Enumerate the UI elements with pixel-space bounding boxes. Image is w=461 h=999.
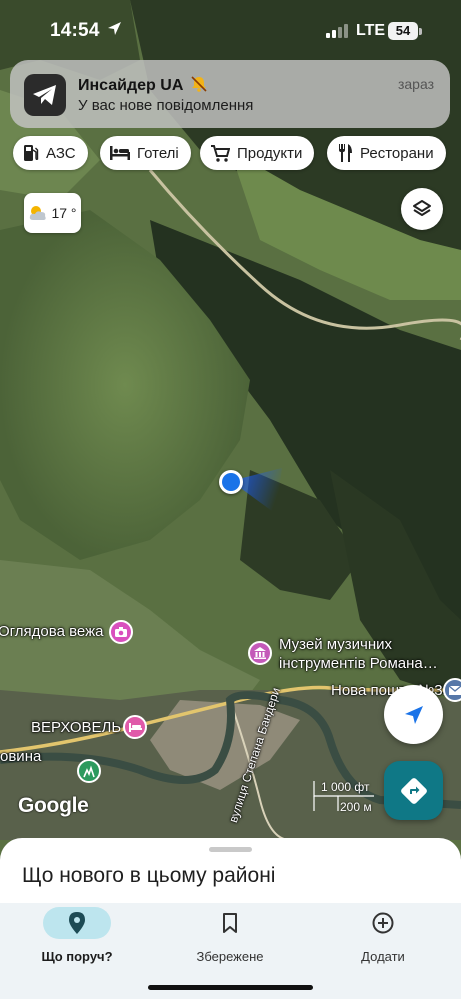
home-indicator <box>148 985 313 990</box>
layers-icon <box>413 200 431 216</box>
chip-label: Продукти <box>237 144 303 162</box>
muted-bell-icon <box>191 76 207 92</box>
chip-hotels[interactable]: Готелі <box>100 136 191 170</box>
village-label[interactable]: ВЕРХОВЕЛЬ <box>31 719 121 736</box>
chip-restaurants[interactable]: Ресторани <box>327 136 446 170</box>
village2-label[interactable]: овина <box>0 748 41 765</box>
mail-poi-icon[interactable] <box>443 678 461 702</box>
hiking-poi-icon[interactable] <box>77 759 101 783</box>
map-layers-button[interactable] <box>401 188 443 230</box>
google-attribution: Google <box>18 794 89 817</box>
sheet-drag-handle[interactable] <box>209 847 252 852</box>
poi-label-tower[interactable]: Оглядова вежа <box>0 623 103 640</box>
tab-label: Додати <box>361 949 405 964</box>
tab-saved[interactable]: Збережене <box>175 903 285 964</box>
notification-time: зараз <box>397 76 434 92</box>
museum-poi-icon[interactable] <box>248 641 272 665</box>
bookmark-icon <box>196 907 264 939</box>
battery-icon: 54 <box>388 22 418 40</box>
location-services-icon <box>108 22 121 35</box>
sheet-title: Що нового в цьому районі <box>22 864 276 887</box>
camera-poi-icon[interactable] <box>109 620 133 644</box>
add-circle-icon <box>349 907 417 939</box>
poi-label-museum-line2[interactable]: інструментів Романа… <box>279 655 438 672</box>
scale-m: 200 м <box>340 800 372 814</box>
weather-widget[interactable]: 17 ° <box>24 193 81 233</box>
navigation-arrow-icon <box>404 705 423 724</box>
tab-label: Що поруч? <box>41 949 113 964</box>
battery-cap <box>419 28 422 35</box>
partly-cloudy-icon <box>30 206 47 220</box>
current-location-dot <box>219 470 243 494</box>
hotel-poi-icon[interactable] <box>123 715 147 739</box>
tab-contribute[interactable]: Додати <box>328 903 438 964</box>
chip-label: АЗС <box>46 144 76 162</box>
tab-nearby[interactable]: Що поруч? <box>22 903 132 964</box>
directions-icon <box>400 777 427 804</box>
fork-knife-icon <box>337 144 353 162</box>
directions-button[interactable] <box>384 761 443 820</box>
tab-label: Збережене <box>196 949 264 964</box>
network-type: LTE <box>356 22 386 39</box>
chip-groceries[interactable]: Продукти <box>200 136 315 170</box>
weather-temp: 17 ° <box>51 205 77 221</box>
cellular-signal-icon <box>326 24 348 38</box>
my-location-button[interactable] <box>384 685 443 744</box>
poi-label-museum-line1[interactable]: Музей музичних <box>279 636 392 653</box>
notification-title: Инсайдер UA <box>78 76 208 95</box>
telegram-icon <box>24 74 66 116</box>
gas-station-icon <box>23 144 39 162</box>
location-pin-icon <box>43 907 111 939</box>
hotel-bed-icon <box>110 146 130 160</box>
status-bar: 14:54 LTE 54 <box>0 0 461 60</box>
scale-ft: 1 000 фт <box>321 780 370 794</box>
chip-gas-stations[interactable]: АЗС <box>13 136 88 170</box>
notification-banner[interactable]: Инсайдер UA У вас нове повідомлення зара… <box>10 60 450 128</box>
notification-message: У вас нове повідомлення <box>78 97 254 114</box>
shopping-cart-icon <box>210 144 230 162</box>
chip-label: Ресторани <box>360 144 434 162</box>
chip-label: Готелі <box>137 144 179 162</box>
notification-app-name: Инсайдер UA <box>78 77 183 94</box>
clock: 14:54 <box>50 20 100 41</box>
